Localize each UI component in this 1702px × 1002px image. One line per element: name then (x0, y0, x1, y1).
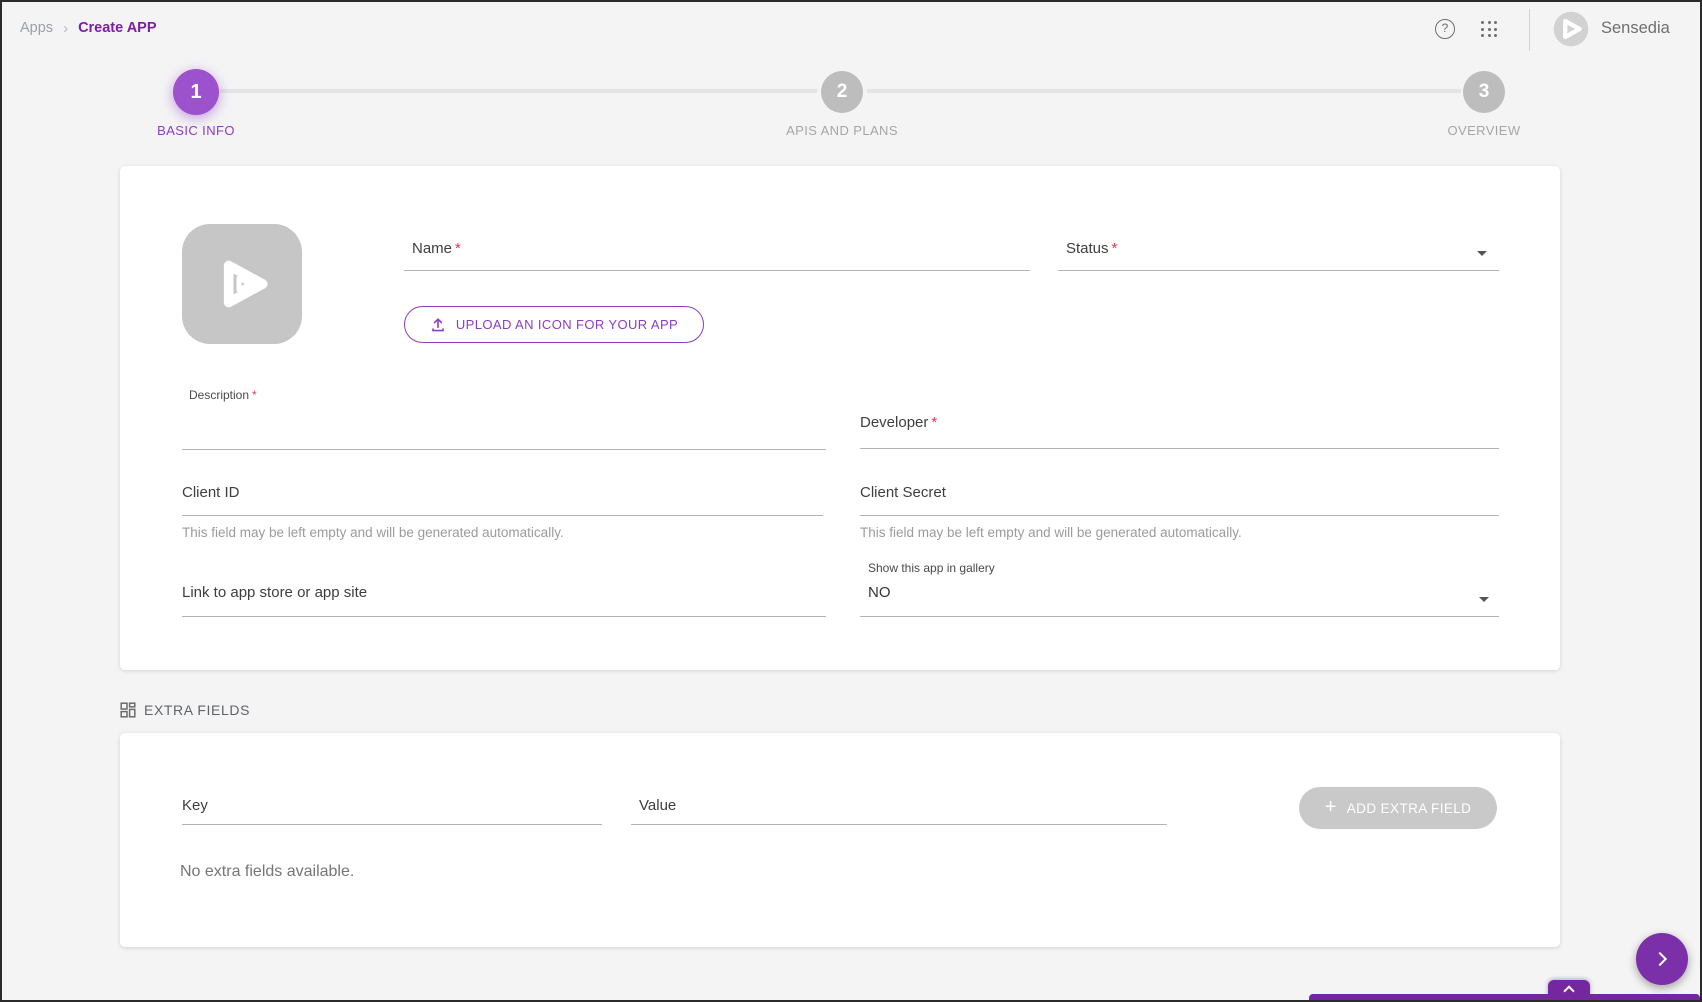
required-marker: * (252, 388, 257, 402)
upload-icon-button[interactable]: UPLOAD AN ICON FOR YOUR APP (404, 306, 704, 343)
add-extra-field-label: ADD EXTRA FIELD (1347, 801, 1472, 816)
step-2-circle[interactable]: 2 (821, 71, 863, 113)
extra-fields-section-title: EXTRA FIELDS (144, 702, 250, 718)
app-icon-placeholder (182, 224, 302, 344)
step-1-circle[interactable]: 1 (173, 69, 219, 115)
header-divider (1529, 9, 1530, 51)
key-underline (182, 824, 602, 825)
step-1-label: BASIC INFO (96, 123, 296, 138)
empty-extra-fields-message: No extra fields available. (180, 863, 354, 881)
step-3-label: OVERVIEW (1384, 123, 1584, 138)
key-input[interactable] (182, 789, 602, 824)
step-2-label: APIS AND PLANS (742, 123, 942, 138)
link-input[interactable] (182, 578, 826, 615)
status-dropdown[interactable] (1058, 232, 1499, 270)
client-secret-input[interactable] (860, 478, 1499, 514)
value-input[interactable] (631, 789, 1167, 824)
client-secret-underline (860, 515, 1499, 516)
stepper-connector-1 (220, 89, 817, 93)
value-underline (631, 824, 1167, 825)
description-input[interactable] (182, 402, 826, 448)
gallery-underline (860, 616, 1499, 617)
extra-fields-card: Key Value + ADD EXTRA FIELD No extra fie… (120, 733, 1560, 947)
developer-input[interactable] (860, 408, 1499, 446)
status-underline (1058, 270, 1499, 271)
description-underline (182, 449, 826, 450)
breadcrumb-apps-link[interactable]: Apps (20, 20, 53, 36)
chevron-right-icon (1653, 952, 1667, 966)
name-underline (404, 270, 1030, 271)
gallery-dropdown-arrow-icon[interactable] (1479, 597, 1489, 602)
gallery-field-label: Show this app in gallery (868, 561, 995, 575)
sensedia-logo-icon (1553, 11, 1589, 47)
breadcrumb: Apps › Create APP (20, 20, 157, 36)
basic-info-card: Name* Status* UPLOAD AN ICON FOR YOUR AP… (120, 166, 1560, 670)
breadcrumb-chevron-icon: › (63, 21, 68, 36)
developer-underline (860, 448, 1499, 449)
name-input[interactable] (404, 232, 1030, 270)
help-icon[interactable]: ? (1435, 19, 1455, 39)
next-step-fab-button[interactable] (1636, 933, 1688, 985)
add-extra-field-button[interactable]: + ADD EXTRA FIELD (1299, 787, 1497, 829)
client-id-underline (182, 515, 823, 516)
status-dropdown-arrow-icon[interactable] (1477, 251, 1487, 256)
stepper-connector-2 (867, 89, 1461, 93)
gallery-dropdown[interactable] (860, 576, 1499, 615)
create-app-page: Apps › Create APP ? Sensedia 1 2 3 BASIC… (0, 0, 1702, 1002)
plus-icon: + (1325, 797, 1337, 817)
description-field-label: Description* (189, 388, 257, 402)
app-logo-icon (205, 247, 279, 321)
bottom-sheet-bar[interactable] (1309, 994, 1700, 1002)
extra-fields-icon (120, 702, 136, 718)
upload-icon (430, 317, 446, 333)
client-secret-helper-text: This field may be left empty and will be… (860, 525, 1242, 540)
extra-fields-section-header: EXTRA FIELDS (120, 702, 250, 718)
step-3-circle[interactable]: 3 (1463, 71, 1505, 113)
page-title: Create APP (78, 20, 156, 36)
client-id-input[interactable] (182, 478, 823, 514)
upload-button-label: UPLOAD AN ICON FOR YOUR APP (456, 317, 678, 332)
apps-grid-icon[interactable] (1481, 21, 1498, 38)
client-id-helper-text: This field may be left empty and will be… (182, 525, 564, 540)
brand-name: Sensedia (1601, 19, 1670, 38)
link-underline (182, 616, 826, 617)
